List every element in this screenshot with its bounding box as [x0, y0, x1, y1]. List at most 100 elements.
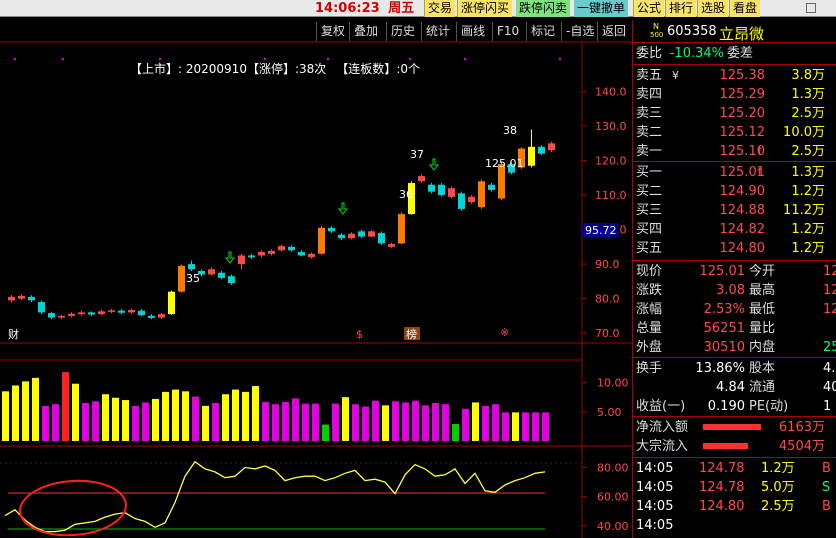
- candle: [318, 226, 325, 255]
- badge-n: N: [653, 22, 659, 31]
- volume-bar: [262, 401, 269, 441]
- volume-bar: [142, 402, 149, 441]
- ranking-button[interactable]: 排行: [665, 0, 697, 17]
- volume-bar: [242, 391, 249, 441]
- volume-bar: [192, 396, 199, 441]
- flow-row[interactable]: 大宗流入 4504万: [633, 437, 836, 456]
- volume-bar: [512, 412, 519, 441]
- order-level-label: 买五: [636, 241, 663, 256]
- candle: [298, 250, 305, 257]
- candle: [98, 309, 105, 316]
- candle: [248, 253, 255, 259]
- tick-trade-row: 14:05 124.78 5.0万 S: [633, 478, 836, 497]
- cancel-all-orders-button[interactable]: 一键撤单: [574, 0, 629, 17]
- limit-down-flash-sell-button[interactable]: 跌停闪卖: [516, 0, 571, 17]
- chart-area[interactable]: 70.080.090.0100.0110.0120.0130.0140.0 35…: [0, 20, 632, 538]
- volume-bar: [352, 404, 359, 441]
- trade-volume: 5.0万: [761, 480, 795, 495]
- order-volume: 1.2万: [791, 184, 825, 199]
- volume-bar: [42, 405, 49, 441]
- volume-bar: [212, 403, 219, 441]
- currency-mark: ¥: [672, 69, 679, 82]
- volume-bar: [502, 412, 509, 441]
- stat-label: 量比: [749, 321, 776, 336]
- order-price: 125.12: [719, 125, 766, 140]
- stat-label: 现价: [636, 264, 663, 279]
- order-level-label: 卖四: [636, 87, 663, 102]
- volume-bar: [132, 405, 139, 441]
- clock-weekday: 周五: [388, 1, 415, 16]
- order-price: 124.80: [719, 241, 766, 256]
- annotation-label: 38: [503, 124, 517, 137]
- candle: [138, 308, 145, 317]
- trade-button[interactable]: 交易: [424, 0, 456, 17]
- limit-up-flash-buy-button[interactable]: 涨停闪买: [457, 0, 513, 17]
- candle: [8, 295, 15, 303]
- volume-bar: [232, 389, 239, 441]
- trade-side: S: [822, 480, 831, 495]
- flow-bar: [703, 443, 748, 449]
- stats-row[interactable]: 涨幅 2.53% 最低 12: [633, 300, 836, 319]
- order-book-row[interactable]: 买一 ↑ 125.01 1.3万: [633, 163, 836, 182]
- order-volume: 1.2万: [791, 222, 825, 237]
- restore-window-icon[interactable]: [806, 3, 816, 13]
- stat-label: PE(动): [749, 399, 789, 414]
- candle: [448, 186, 455, 199]
- stats-row[interactable]: 外盘 30510 内盘 25: [633, 338, 836, 357]
- candle: [18, 294, 25, 300]
- indicator-line: [4, 460, 546, 533]
- volume-bar: [332, 403, 339, 441]
- candle: [258, 250, 265, 258]
- flow-row[interactable]: 净流入额 6163万: [633, 418, 836, 437]
- volume-bar: [452, 424, 459, 441]
- order-level-label: 卖三: [636, 106, 663, 121]
- candle: [268, 249, 275, 256]
- order-book-row[interactable]: 买三 124.88 11.2万: [633, 201, 836, 220]
- stats-row[interactable]: 收益(一) 0.190 PE(动) 1: [633, 397, 836, 416]
- stats-row[interactable]: 现价 125.01 今开 12: [633, 262, 836, 281]
- order-book-row[interactable]: 买四 124.82 1.2万: [633, 220, 836, 239]
- trade-volume: 2.5万: [761, 499, 795, 514]
- stock-header: N 500 605358 立昂微: [633, 22, 836, 43]
- order-level-label: 买三: [636, 203, 663, 218]
- candle: [428, 183, 435, 194]
- separator: [633, 357, 836, 358]
- stats-row[interactable]: 4.84 流通 40: [633, 378, 836, 397]
- separator: [633, 457, 836, 458]
- order-book-row[interactable]: 卖二 125.12 10.0万: [633, 123, 836, 142]
- volume-bar: [442, 404, 449, 441]
- formula-button[interactable]: 公式: [633, 0, 665, 17]
- stats-row[interactable]: 总量 56251 量比: [633, 319, 836, 338]
- order-volume: 10.0万: [783, 125, 825, 140]
- trade-time: 14:05: [636, 480, 674, 495]
- indicator-tick-label: 80.00: [597, 461, 629, 474]
- candle: [188, 260, 195, 271]
- weibi-label: 委比: [636, 46, 663, 61]
- volume-bar: [342, 397, 349, 441]
- order-book-row[interactable]: 卖四 125.29 1.3万: [633, 85, 836, 104]
- candle: [538, 145, 545, 156]
- order-book-row[interactable]: 买二 124.90 1.2万: [633, 182, 836, 201]
- stats-row[interactable]: 涨跌 3.08 最高 12: [633, 281, 836, 300]
- candle: [378, 231, 385, 245]
- market-watch-button[interactable]: 看盘: [729, 0, 761, 17]
- order-book-row[interactable]: 卖一 ↑ 125.10 2.5万: [633, 142, 836, 161]
- stat-value: 56251: [703, 321, 745, 336]
- order-book-row[interactable]: 卖三 125.20 2.5万: [633, 104, 836, 123]
- tick-trade-row: 14:05: [633, 516, 836, 535]
- volume-tick-label: 5.00: [597, 406, 622, 419]
- separator: [633, 260, 836, 261]
- candle: [28, 295, 35, 303]
- stock-picker-button[interactable]: 选股: [697, 0, 729, 17]
- candle: [338, 233, 345, 240]
- stat-value: 125.01: [699, 264, 746, 279]
- order-book-row[interactable]: 卖五 ¥125.38 3.8万: [633, 66, 836, 85]
- volume-bar: [202, 405, 209, 441]
- price-tick-label: 130.0: [595, 120, 627, 133]
- stat-label: 总量: [636, 321, 663, 336]
- order-book-row[interactable]: 买五 124.80 1.2万: [633, 239, 836, 258]
- stat-label: 涨幅: [636, 302, 663, 317]
- price-tick-label: 90.0: [595, 258, 620, 271]
- volume-bar: [482, 405, 489, 441]
- stats-row[interactable]: 换手 13.86% 股本 4.: [633, 359, 836, 378]
